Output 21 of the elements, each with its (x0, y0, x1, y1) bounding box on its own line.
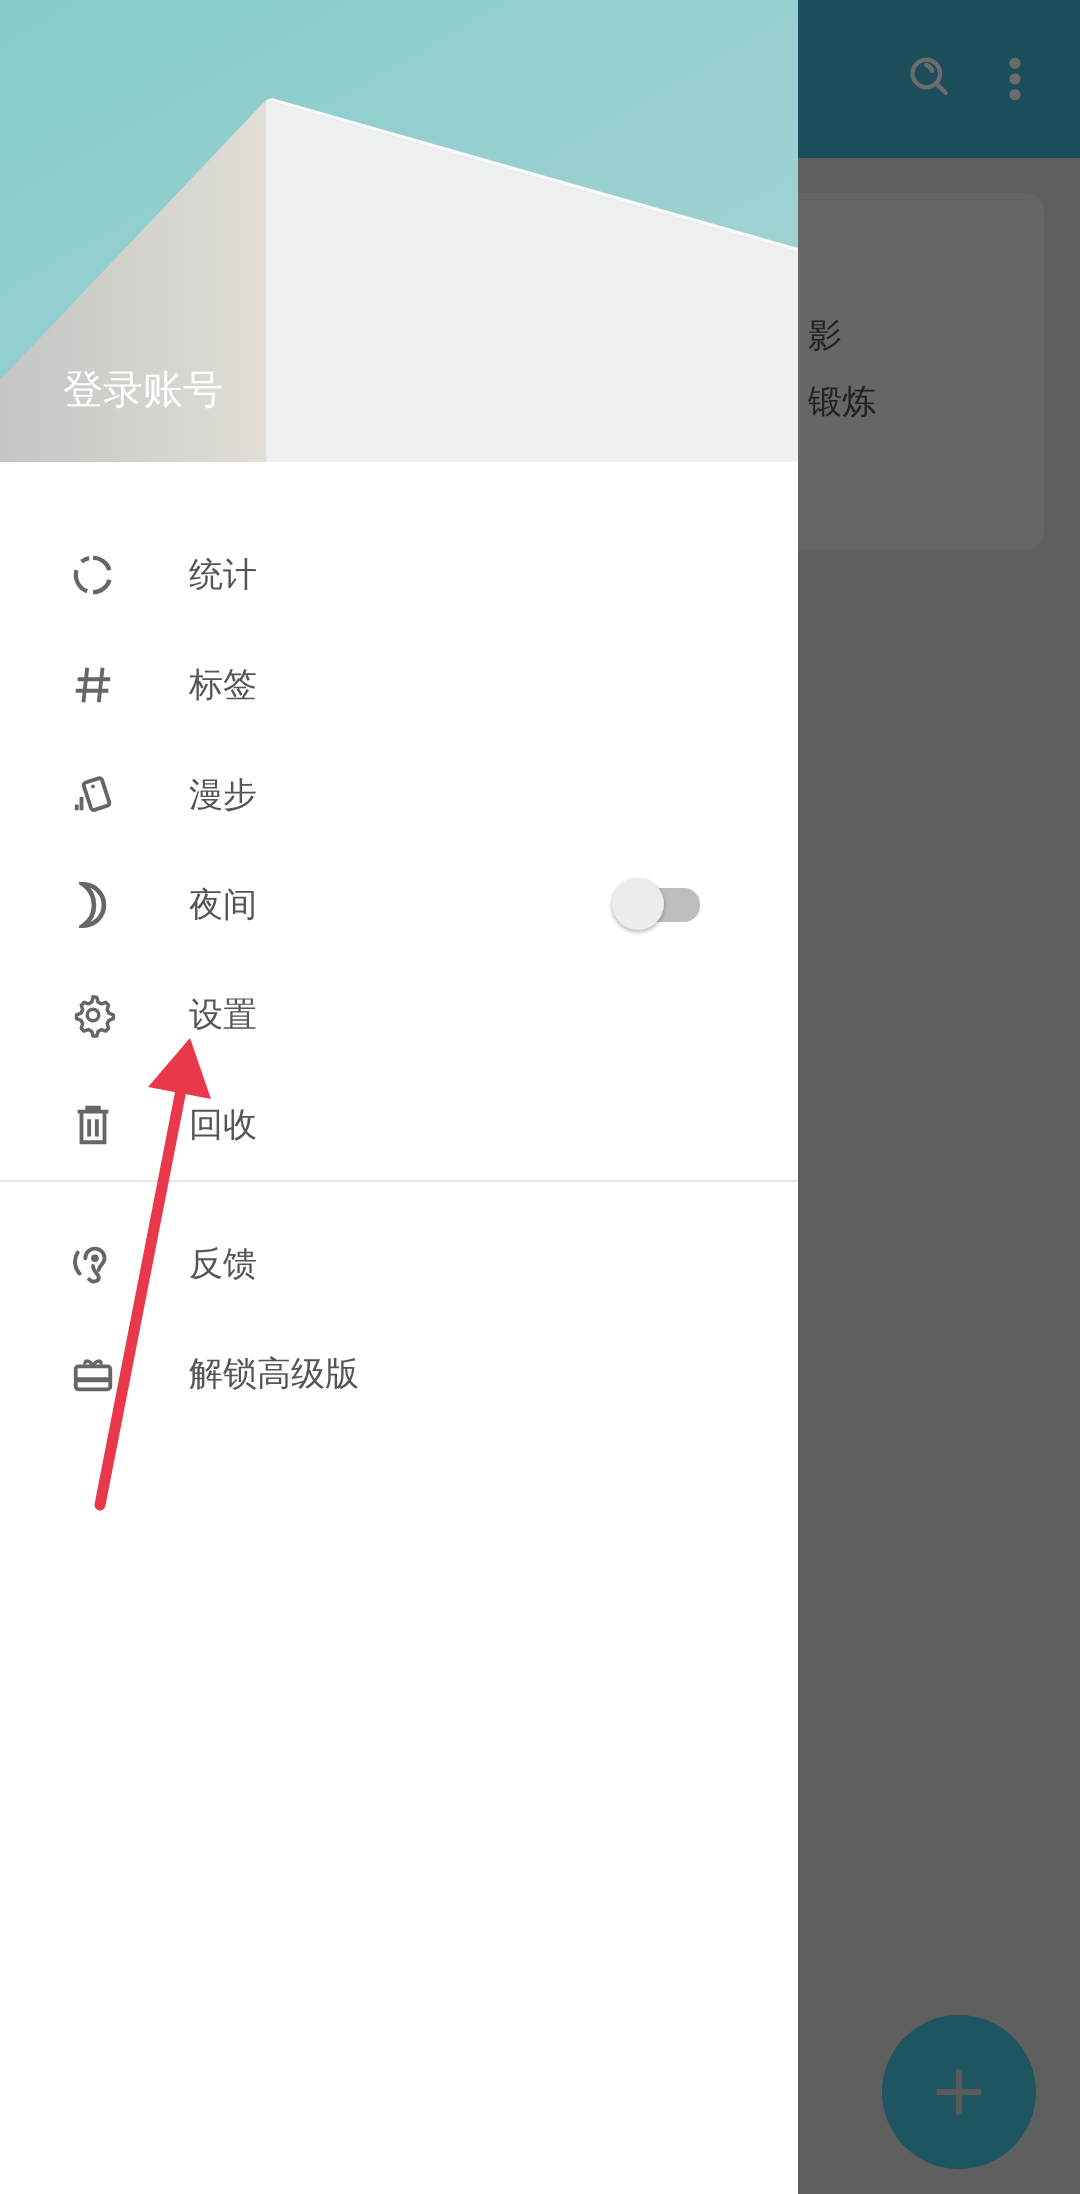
menu-label: 标签 (189, 663, 258, 706)
menu-item[interactable]: 统计 (0, 520, 798, 630)
menu-label: 反馈 (189, 1242, 258, 1285)
menu-label: 设置 (189, 993, 258, 1036)
menu-label: 漫步 (189, 773, 258, 816)
menu-label: 统计 (189, 553, 258, 596)
more-icon[interactable] (1008, 56, 1022, 102)
menu-label: 夜间 (189, 883, 258, 926)
menu-item[interactable]: 反馈 (0, 1209, 798, 1319)
menu-item[interactable]: 标签 (0, 630, 798, 740)
menu-label: 解锁高级版 (189, 1352, 360, 1395)
menu-label: 回收 (189, 1103, 258, 1146)
menu-item[interactable]: 夜间 (0, 850, 798, 960)
menu-item[interactable]: 设置 (0, 960, 798, 1070)
toggle-switch[interactable] (612, 878, 700, 932)
menu-item[interactable]: 漫步 (0, 740, 798, 850)
note-text: 锻炼 (808, 380, 877, 423)
note-text: 影 (808, 314, 843, 357)
menu-item[interactable]: 解锁高级版 (0, 1319, 798, 1429)
menu-item[interactable]: 回收 (0, 1070, 798, 1180)
moon-icon (79, 882, 107, 928)
